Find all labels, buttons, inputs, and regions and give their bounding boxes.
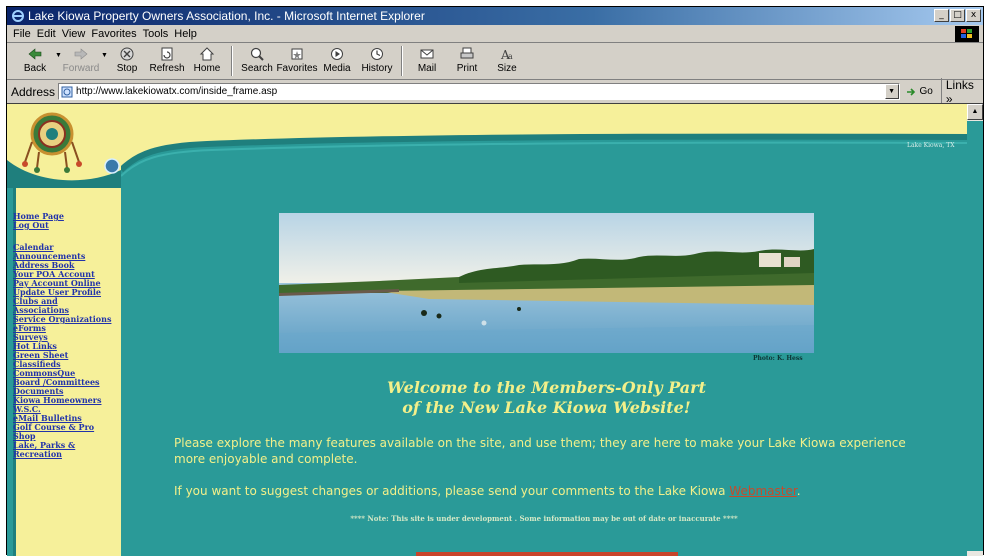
refresh-button[interactable]: Refresh bbox=[147, 44, 187, 78]
media-label: Media bbox=[323, 63, 351, 74]
menu-tools[interactable]: Tools bbox=[143, 28, 175, 40]
nav-green-sheet[interactable]: Green Sheet Classifieds bbox=[13, 351, 113, 369]
browser-window: Lake Kiowa Property Owners Association, … bbox=[6, 6, 984, 556]
refresh-icon bbox=[161, 47, 173, 61]
window-controls: _ □ x bbox=[934, 9, 981, 22]
vertical-scrollbar[interactable]: ▲ bbox=[967, 104, 983, 556]
menu-edit[interactable]: Edit bbox=[37, 28, 62, 40]
address-bar: Address http://www.lakekiowatx.com/insid… bbox=[7, 77, 983, 106]
lake-photo bbox=[279, 213, 814, 353]
toolbar-separator bbox=[231, 46, 233, 76]
favorites-icon bbox=[291, 48, 303, 60]
dreamcatcher-logo-icon bbox=[7, 112, 121, 188]
svg-text:a: a bbox=[508, 52, 513, 61]
menu-help[interactable]: Help bbox=[174, 28, 203, 40]
toolbar-separator bbox=[401, 46, 403, 76]
home-label: Home bbox=[193, 63, 221, 74]
action-bar[interactable] bbox=[416, 552, 678, 556]
maximize-button[interactable]: □ bbox=[950, 9, 965, 22]
search-button[interactable]: Search bbox=[237, 44, 277, 78]
toolbar: Back ▼ Forward ▼ Stop Refresh Home Searc… bbox=[7, 44, 983, 80]
mail-icon bbox=[420, 49, 434, 59]
stop-icon bbox=[120, 47, 134, 61]
home-icon bbox=[199, 47, 215, 61]
menu-favorites[interactable]: Favorites bbox=[91, 28, 142, 40]
address-label: Address bbox=[11, 84, 56, 99]
close-button[interactable]: x bbox=[966, 9, 981, 22]
nav-clubs[interactable]: Clubs and Associations bbox=[13, 297, 113, 315]
sidebar-logo-area bbox=[7, 104, 121, 188]
nav-lake-parks[interactable]: Lake, Parks & Recreation bbox=[13, 441, 113, 459]
title-bar[interactable]: Lake Kiowa Property Owners Association, … bbox=[7, 7, 983, 25]
suggest-text: If you want to suggest changes or additi… bbox=[174, 483, 914, 499]
home-button[interactable]: Home bbox=[187, 44, 227, 78]
mail-label: Mail bbox=[417, 63, 437, 74]
back-button[interactable]: Back bbox=[15, 44, 55, 78]
stop-label: Stop bbox=[116, 63, 138, 74]
favorites-label: Favorites bbox=[276, 63, 318, 74]
forward-button[interactable]: Forward bbox=[61, 44, 101, 78]
media-button[interactable]: Media bbox=[317, 44, 357, 78]
forward-arrow-icon bbox=[74, 48, 88, 60]
history-label: History bbox=[361, 63, 393, 74]
media-icon bbox=[331, 48, 343, 60]
address-input[interactable]: http://www.lakekiowatx.com/inside_frame.… bbox=[58, 83, 900, 100]
search-label: Search bbox=[241, 63, 273, 74]
print-icon bbox=[460, 47, 474, 59]
stop-button[interactable]: Stop bbox=[107, 44, 147, 78]
window-title: Lake Kiowa Property Owners Association, … bbox=[28, 9, 425, 23]
welcome-line-2: of the New Lake Kiowa Website! bbox=[402, 398, 691, 417]
print-button[interactable]: Print bbox=[447, 44, 487, 78]
size-label: Size bbox=[497, 63, 517, 74]
sidebar-nav-list: Home Page Log Out Calendar Announcements… bbox=[13, 212, 113, 459]
forward-label: Forward bbox=[62, 63, 100, 74]
suggest-prefix: If you want to suggest changes or additi… bbox=[174, 484, 730, 498]
screenshot-frame: Lake Kiowa Property Owners Association, … bbox=[0, 0, 992, 556]
suggest-suffix: . bbox=[796, 484, 801, 498]
nav-kiowa-homeowners[interactable]: Kiowa Homeowners W.S.C. bbox=[13, 396, 113, 414]
menu-file[interactable]: File bbox=[13, 28, 37, 40]
welcome-line-1: Welcome to the Members-Only Part bbox=[387, 378, 706, 397]
favorites-button[interactable]: Favorites bbox=[276, 44, 318, 78]
refresh-label: Refresh bbox=[149, 63, 185, 74]
history-icon bbox=[371, 48, 383, 60]
menu-bar: File Edit View Favorites Tools Help bbox=[7, 25, 983, 43]
scroll-up-icon[interactable]: ▲ bbox=[967, 104, 983, 120]
mail-button[interactable]: Mail bbox=[407, 44, 447, 78]
links-button[interactable]: Links » bbox=[940, 77, 983, 106]
minimize-button[interactable]: _ bbox=[934, 9, 949, 22]
header-wave bbox=[7, 133, 967, 177]
back-arrow-icon bbox=[28, 48, 42, 60]
windows-logo-icon bbox=[955, 26, 979, 42]
nav-golf-course[interactable]: Golf Course & Pro Shop bbox=[13, 423, 113, 441]
menu-view[interactable]: View bbox=[62, 28, 92, 40]
address-dropdown-icon[interactable]: ▼ bbox=[884, 84, 899, 99]
go-arrow-icon bbox=[906, 87, 915, 96]
history-button[interactable]: History bbox=[357, 44, 397, 78]
page-icon bbox=[61, 86, 73, 97]
go-label: Go bbox=[919, 86, 933, 97]
webmaster-link[interactable]: Webmaster bbox=[729, 484, 796, 498]
print-label: Print bbox=[456, 63, 478, 74]
photo-credit: Photo: K. Hess bbox=[753, 355, 803, 362]
text-size-icon: Aa bbox=[500, 48, 513, 62]
size-button[interactable]: Aa Size bbox=[487, 44, 527, 78]
ie-logo-icon bbox=[11, 9, 25, 23]
intro-text: Please explore the many features availab… bbox=[174, 436, 906, 466]
scroll-track[interactable] bbox=[967, 121, 983, 551]
sidebar: Home Page Log Out Calendar Announcements… bbox=[7, 104, 121, 556]
nav-log-out[interactable]: Log Out bbox=[13, 221, 113, 230]
page-viewport: Home Page Log Out Calendar Announcements… bbox=[7, 103, 983, 556]
search-icon bbox=[250, 47, 264, 61]
go-button[interactable]: Go bbox=[906, 86, 933, 98]
welcome-heading: Welcome to the Members-Only Part of the … bbox=[279, 378, 814, 418]
back-label: Back bbox=[23, 63, 47, 74]
address-url: http://www.lakekiowatx.com/inside_frame.… bbox=[76, 86, 278, 97]
development-note: **** Note: This site is under developmen… bbox=[350, 514, 738, 523]
location-text: Lake Kiowa, TX bbox=[907, 142, 955, 149]
